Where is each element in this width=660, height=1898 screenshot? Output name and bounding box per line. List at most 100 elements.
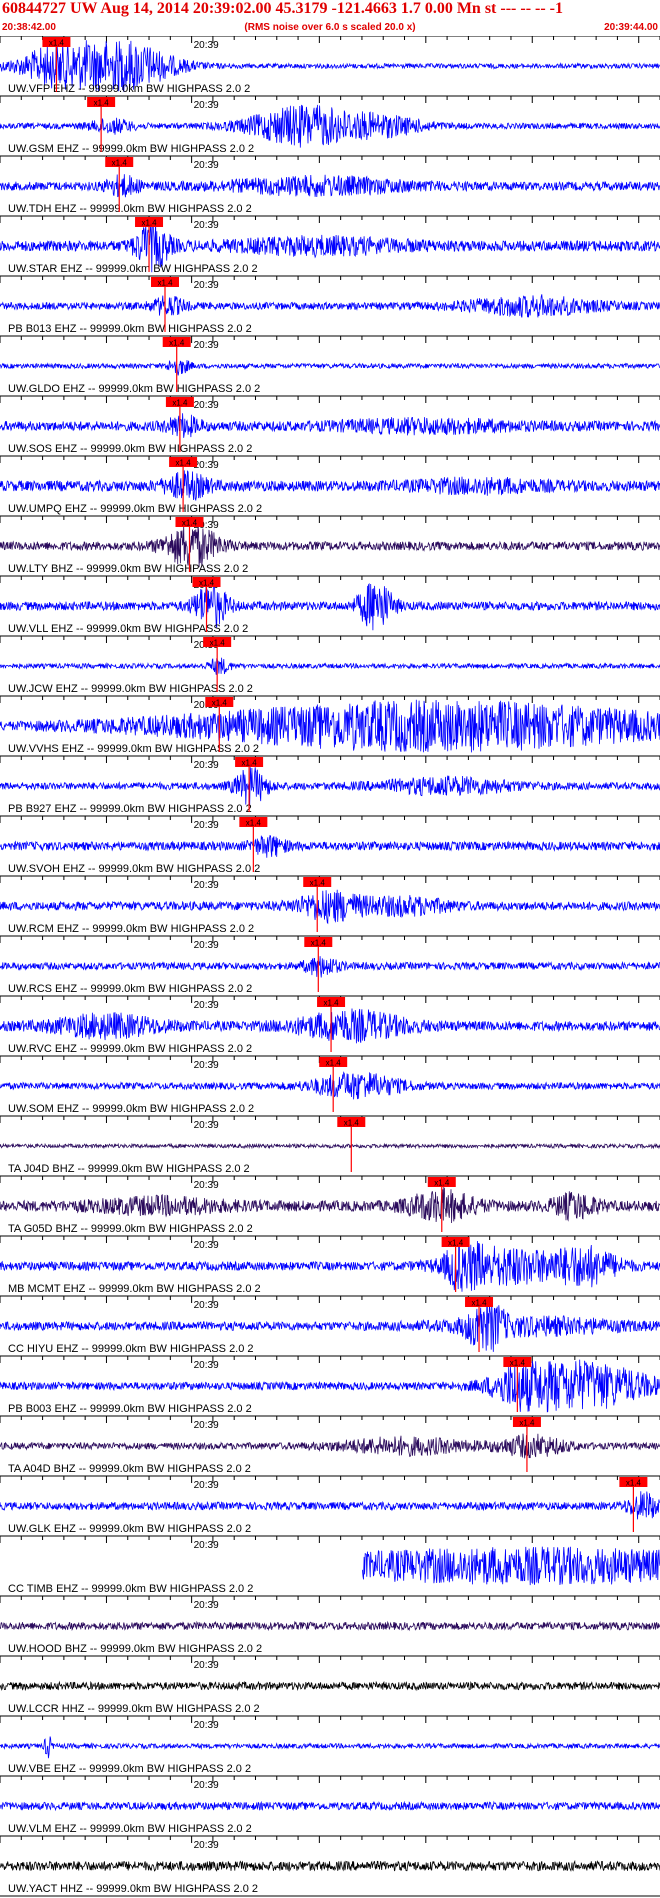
waveform-trace <box>0 889 660 925</box>
station-label: MB MCMT EHZ -- 99999.0km BW HIGHPASS 2.0… <box>8 1283 261 1295</box>
station-label: UW.GLK EHZ -- 99999.0km BW HIGHPASS 2.0 … <box>8 1523 251 1535</box>
station-label: PB B003 EHZ -- 99999.0km BW HIGHPASS 2.0… <box>8 1403 252 1415</box>
station-label: UW.SOS EHZ -- 99999.0km BW HIGHPASS 2.0 … <box>8 443 252 455</box>
station-label: UW.UMPQ EHZ -- 99999.0km BW HIGHPASS 2.0… <box>8 503 262 515</box>
pick-label: x1.4 <box>182 519 198 528</box>
pick-label: x1.4 <box>199 579 215 588</box>
station-label: UW.VFP EHZ -- 99999.0km BW HIGHPASS 2.0 … <box>8 83 250 95</box>
pick-label: x1.4 <box>210 639 226 648</box>
station-label: UW.JCW EHZ -- 99999.0km BW HIGHPASS 2.0 … <box>8 683 253 695</box>
pick-label: x1.4 <box>157 279 173 288</box>
minute-tick-label: 20:39 <box>194 400 219 411</box>
waveform-trace <box>0 359 660 376</box>
waveform-trace <box>0 834 660 858</box>
minute-tick-label: 20:39 <box>194 1420 219 1431</box>
waveform-trace <box>0 1800 660 1812</box>
waveform-trace <box>0 525 660 568</box>
waveform-trace <box>0 470 660 502</box>
station-label: UW.GLDO EHZ -- 99999.0km BW HIGHPASS 2.0… <box>8 383 260 395</box>
pick-label: x1.4 <box>212 699 228 708</box>
station-label: PB B927 EHZ -- 99999.0km BW HIGHPASS 2.0… <box>8 803 252 815</box>
minute-tick-label: 20:39 <box>194 760 219 771</box>
minute-tick-label: 20:39 <box>194 1780 219 1791</box>
waveform-trace <box>0 413 660 438</box>
pick-label: x1.4 <box>172 399 188 408</box>
station-label: UW.VVHS EHZ -- 99999.0km BW HIGHPASS 2.0… <box>8 743 259 755</box>
station-label: TA A04D BHZ -- 99999.0km BW HIGHPASS 2.0… <box>8 1463 251 1475</box>
minute-tick-label: 20:39 <box>194 160 219 171</box>
pick-label: x1.4 <box>242 759 258 768</box>
minute-tick-label: 20:39 <box>194 280 219 291</box>
pick-label: x1.4 <box>626 1479 642 1488</box>
waveform-trace <box>362 1546 660 1586</box>
minute-tick-label: 20:39 <box>194 1180 219 1191</box>
plot-header: 60844727 UW Aug 14, 2014 20:39:02.00 45.… <box>0 0 660 38</box>
station-label: UW.VBE EHZ -- 99999.0km BW HIGHPASS 2.0 … <box>8 1763 251 1775</box>
minute-tick-label: 20:39 <box>194 940 219 951</box>
station-label: UW.RCS EHZ -- 99999.0km BW HIGHPASS 2.0 … <box>8 983 252 995</box>
waveform-trace <box>0 657 660 675</box>
pick-label: x1.4 <box>326 1059 342 1068</box>
waveform-trace <box>0 294 660 318</box>
waveform-trace <box>0 1008 660 1044</box>
station-label: UW.LTY BHZ -- 99999.0km BW HIGHPASS 2.0 … <box>8 563 248 575</box>
waveform-trace <box>0 1433 660 1459</box>
waveform-trace <box>0 1491 660 1520</box>
pick-label: x1.4 <box>344 1119 360 1128</box>
waveform-trace <box>0 956 660 978</box>
pick-label: x1.4 <box>324 999 340 1008</box>
station-label: UW.RVC EHZ -- 99999.0km BW HIGHPASS 2.0 … <box>8 1043 252 1055</box>
minute-tick-label: 20:39 <box>194 220 219 231</box>
pick-label: x1.4 <box>434 1179 450 1188</box>
station-label: CC TIMB EHZ -- 99999.0km BW HIGHPASS 2.0… <box>8 1583 253 1595</box>
waveform-trace <box>0 1620 660 1632</box>
station-label: CC HIYU EHZ -- 99999.0km BW HIGHPASS 2.0… <box>8 1343 254 1355</box>
minute-tick-label: 20:39 <box>194 1120 219 1131</box>
pick-label: x1.4 <box>448 1239 464 1248</box>
minute-tick-label: 20:39 <box>194 460 219 471</box>
end-time-label: 20:39:44.00 <box>604 22 658 33</box>
minute-tick-label: 20:39 <box>194 1660 219 1671</box>
rms-note: (RMS noise over 6.0 s scaled 20.0 x) <box>244 22 416 33</box>
minute-tick-label: 20:39 <box>194 1000 219 1011</box>
pick-label: x1.4 <box>49 39 65 48</box>
pick-label: x1.4 <box>112 159 128 168</box>
minute-tick-label: 20:39 <box>194 1840 219 1851</box>
station-label: UW.YACT HHZ -- 99999.0km BW HIGHPASS 2.0… <box>8 1883 258 1895</box>
pick-label: x1.4 <box>176 459 192 468</box>
waveform-trace <box>0 1142 660 1150</box>
pick-label: x1.4 <box>311 939 327 948</box>
minute-tick-label: 20:39 <box>194 1480 219 1491</box>
minute-tick-label: 20:39 <box>194 1360 219 1371</box>
waveform-trace <box>0 104 660 148</box>
pick-label: x1.4 <box>519 1419 535 1428</box>
station-label: UW.HOOD BHZ -- 99999.0km BW HIGHPASS 2.0… <box>8 1643 262 1655</box>
waveform-trace <box>0 1859 660 1872</box>
minute-tick-label: 20:39 <box>194 340 219 351</box>
minute-tick-label: 20:39 <box>194 820 219 831</box>
waveform-trace <box>0 174 660 198</box>
minute-tick-label: 20:39 <box>194 100 219 111</box>
minute-tick-label: 20:39 <box>194 40 219 51</box>
pick-label: x1.4 <box>141 219 157 228</box>
pick-label: x1.4 <box>471 1299 487 1308</box>
minute-tick-label: 20:39 <box>194 1240 219 1251</box>
pick-label: x1.4 <box>94 99 110 108</box>
pick-label: x1.4 <box>169 339 185 348</box>
station-label: TA G05D BHZ -- 99999.0km BW HIGHPASS 2.0… <box>8 1223 253 1235</box>
station-label: UW.LCCR HHZ -- 99999.0km BW HIGHPASS 2.0… <box>8 1703 260 1715</box>
pick-label: x1.4 <box>246 819 262 828</box>
waveform-trace <box>0 1680 660 1692</box>
station-label: UW.TDH EHZ -- 99999.0km BW HIGHPASS 2.0 … <box>8 203 252 215</box>
station-label: PB B013 EHZ -- 99999.0km BW HIGHPASS 2.0… <box>8 323 252 335</box>
seismogram-plot: 20:39 UW.VFP EHZ -- 99999.0km BW HIGHPASS… <box>0 36 660 1897</box>
station-label: UW.GSM EHZ -- 99999.0km BW HIGHPASS 2.0 … <box>8 143 254 155</box>
station-label: UW.SOM EHZ -- 99999.0km BW HIGHPASS 2.0 … <box>8 1103 254 1115</box>
pick-label: x1.4 <box>310 879 326 888</box>
station-label: UW.VLL EHZ -- 99999.0km BW HIGHPASS 2.0 … <box>8 623 248 635</box>
minute-tick-label: 20:39 <box>194 880 219 891</box>
station-label: TA J04D BHZ -- 99999.0km BW HIGHPASS 2.0… <box>8 1163 250 1175</box>
minute-tick-label: 20:39 <box>194 1060 219 1071</box>
station-label: UW.RCM EHZ -- 99999.0km BW HIGHPASS 2.0 … <box>8 923 254 935</box>
waveform-trace <box>0 1736 660 1759</box>
